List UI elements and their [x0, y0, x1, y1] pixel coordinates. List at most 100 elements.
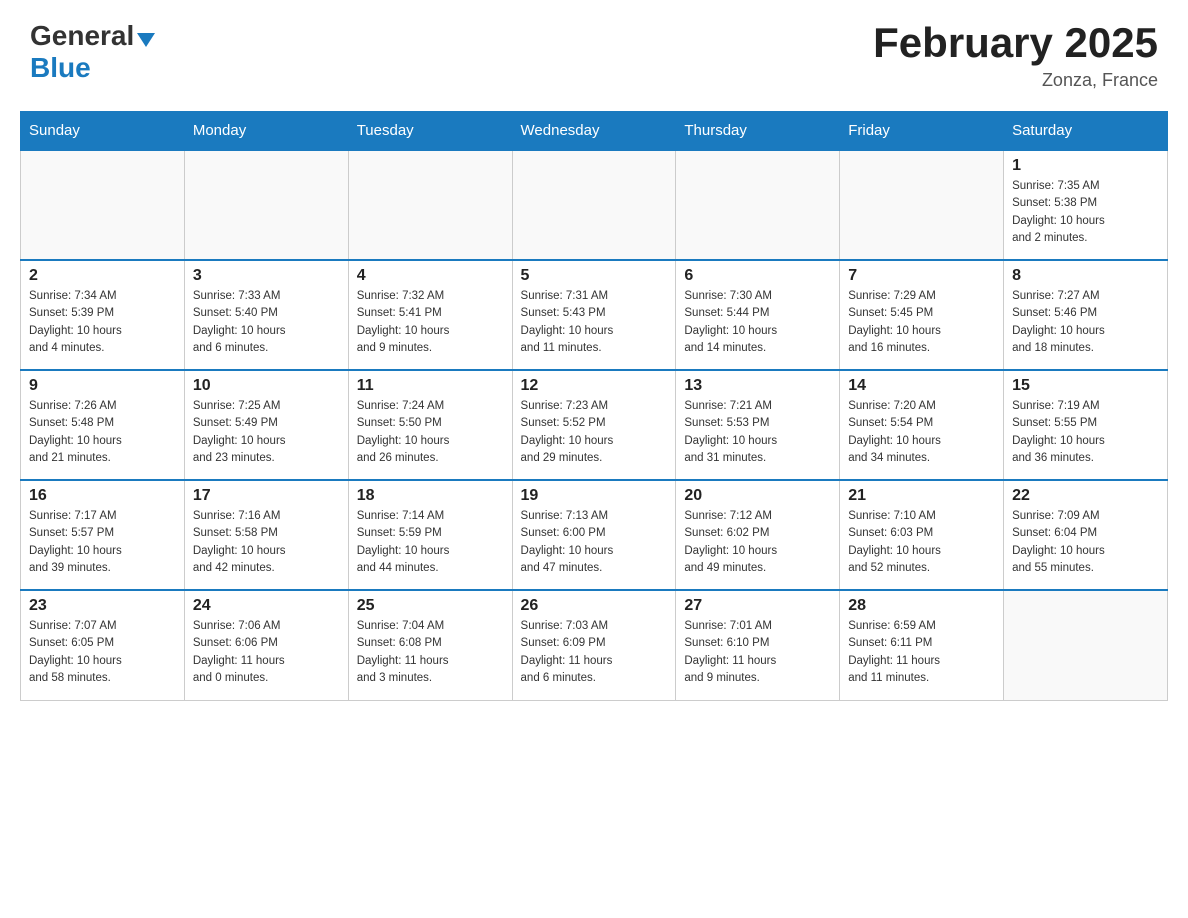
calendar-cell: 2 Sunrise: 7:34 AM Sunset: 5:39 PM Daylig… — [21, 260, 185, 370]
day-number: 10 — [193, 377, 340, 395]
day-number: 18 — [357, 487, 504, 505]
day-number: 6 — [684, 267, 831, 285]
calendar-table: SundayMondayTuesdayWednesdayThursdayFrid… — [20, 111, 1168, 701]
day-number: 23 — [29, 597, 176, 615]
calendar-week-3: 9 Sunrise: 7:26 AM Sunset: 5:48 PM Daylig… — [21, 370, 1168, 480]
day-info: Sunrise: 7:03 AM Sunset: 6:09 PM Dayligh… — [521, 618, 668, 687]
day-info: Sunrise: 6:59 AM Sunset: 6:11 PM Dayligh… — [848, 618, 995, 687]
calendar-cell: 18 Sunrise: 7:14 AM Sunset: 5:59 PM Dayli… — [348, 480, 512, 590]
day-number: 28 — [848, 597, 995, 615]
weekday-header-friday: Friday — [840, 112, 1004, 151]
day-info: Sunrise: 7:24 AM Sunset: 5:50 PM Dayligh… — [357, 398, 504, 467]
calendar-cell: 21 Sunrise: 7:10 AM Sunset: 6:03 PM Dayli… — [840, 480, 1004, 590]
day-info: Sunrise: 7:35 AM Sunset: 5:38 PM Dayligh… — [1012, 178, 1159, 247]
day-info: Sunrise: 7:16 AM Sunset: 5:58 PM Dayligh… — [193, 508, 340, 577]
day-info: Sunrise: 7:17 AM Sunset: 5:57 PM Dayligh… — [29, 508, 176, 577]
day-info: Sunrise: 7:04 AM Sunset: 6:08 PM Dayligh… — [357, 618, 504, 687]
day-number: 22 — [1012, 487, 1159, 505]
day-info: Sunrise: 7:12 AM Sunset: 6:02 PM Dayligh… — [684, 508, 831, 577]
calendar-cell: 20 Sunrise: 7:12 AM Sunset: 6:02 PM Dayli… — [676, 480, 840, 590]
day-number: 21 — [848, 487, 995, 505]
day-info: Sunrise: 7:13 AM Sunset: 6:00 PM Dayligh… — [521, 508, 668, 577]
logo-general-line: General — [30, 20, 155, 52]
page-header: General Blue February 2025 Zonza, France — [0, 0, 1188, 101]
day-info: Sunrise: 7:21 AM Sunset: 5:53 PM Dayligh… — [684, 398, 831, 467]
calendar-cell: 27Sunrise: 7:01 AM Sunset: 6:10 PM Dayli… — [676, 590, 840, 700]
calendar-cell — [21, 150, 185, 260]
calendar-cell: 9 Sunrise: 7:26 AM Sunset: 5:48 PM Daylig… — [21, 370, 185, 480]
logo-blue-text: Blue — [30, 52, 91, 83]
calendar-cell: 14Sunrise: 7:20 AM Sunset: 5:54 PM Dayli… — [840, 370, 1004, 480]
calendar-cell: 10 Sunrise: 7:25 AM Sunset: 5:49 PM Dayli… — [184, 370, 348, 480]
day-number: 15 — [1012, 377, 1159, 395]
day-number: 13 — [684, 377, 831, 395]
weekday-header-monday: Monday — [184, 112, 348, 151]
weekday-header-saturday: Saturday — [1004, 112, 1168, 151]
location: Zonza, France — [873, 70, 1158, 91]
day-info: Sunrise: 7:34 AM Sunset: 5:39 PM Dayligh… — [29, 288, 176, 357]
calendar-cell: 19 Sunrise: 7:13 AM Sunset: 6:00 PM Dayli… — [512, 480, 676, 590]
day-info: Sunrise: 7:27 AM Sunset: 5:46 PM Dayligh… — [1012, 288, 1159, 357]
day-number: 20 — [684, 487, 831, 505]
calendar-week-1: 1 Sunrise: 7:35 AM Sunset: 5:38 PM Daylig… — [21, 150, 1168, 260]
day-number: 2 — [29, 267, 176, 285]
calendar-cell — [348, 150, 512, 260]
day-info: Sunrise: 7:30 AM Sunset: 5:44 PM Dayligh… — [684, 288, 831, 357]
calendar-cell: 12 Sunrise: 7:23 AM Sunset: 5:52 PM Dayli… — [512, 370, 676, 480]
day-number: 27 — [684, 597, 831, 615]
calendar-cell: 16 Sunrise: 7:17 AM Sunset: 5:57 PM Dayli… — [21, 480, 185, 590]
day-info: Sunrise: 7:31 AM Sunset: 5:43 PM Dayligh… — [521, 288, 668, 357]
calendar-cell: 5 Sunrise: 7:31 AM Sunset: 5:43 PM Daylig… — [512, 260, 676, 370]
day-info: Sunrise: 7:09 AM Sunset: 6:04 PM Dayligh… — [1012, 508, 1159, 577]
calendar-cell — [184, 150, 348, 260]
weekday-header-sunday: Sunday — [21, 112, 185, 151]
calendar-cell: 24 Sunrise: 7:06 AM Sunset: 6:06 PM Dayli… — [184, 590, 348, 700]
day-number: 8 — [1012, 267, 1159, 285]
calendar-cell: 3Sunrise: 7:33 AM Sunset: 5:40 PM Daylig… — [184, 260, 348, 370]
logo: General Blue — [30, 20, 155, 84]
title-block: February 2025 Zonza, France — [873, 20, 1158, 91]
day-info: Sunrise: 7:19 AM Sunset: 5:55 PM Dayligh… — [1012, 398, 1159, 467]
day-info: Sunrise: 7:23 AM Sunset: 5:52 PM Dayligh… — [521, 398, 668, 467]
calendar-cell: 22 Sunrise: 7:09 AM Sunset: 6:04 PM Dayli… — [1004, 480, 1168, 590]
day-number: 9 — [29, 377, 176, 395]
day-info: Sunrise: 7:10 AM Sunset: 6:03 PM Dayligh… — [848, 508, 995, 577]
day-number: 24 — [193, 597, 340, 615]
calendar-week-4: 16 Sunrise: 7:17 AM Sunset: 5:57 PM Dayli… — [21, 480, 1168, 590]
weekday-header-row: SundayMondayTuesdayWednesdayThursdayFrid… — [21, 112, 1168, 151]
calendar-cell — [840, 150, 1004, 260]
calendar-cell: 8 Sunrise: 7:27 AM Sunset: 5:46 PM Daylig… — [1004, 260, 1168, 370]
day-info: Sunrise: 7:26 AM Sunset: 5:48 PM Dayligh… — [29, 398, 176, 467]
day-number: 11 — [357, 377, 504, 395]
month-title: February 2025 — [873, 20, 1158, 66]
calendar-cell: 25Sunrise: 7:04 AM Sunset: 6:08 PM Dayli… — [348, 590, 512, 700]
calendar-week-5: 23 Sunrise: 7:07 AM Sunset: 6:05 PM Dayli… — [21, 590, 1168, 700]
day-number: 12 — [521, 377, 668, 395]
day-info: Sunrise: 7:06 AM Sunset: 6:06 PM Dayligh… — [193, 618, 340, 687]
logo-general-text: General — [30, 20, 134, 51]
calendar-cell — [1004, 590, 1168, 700]
calendar-cell: 1 Sunrise: 7:35 AM Sunset: 5:38 PM Daylig… — [1004, 150, 1168, 260]
calendar-cell: 15 Sunrise: 7:19 AM Sunset: 5:55 PM Dayli… — [1004, 370, 1168, 480]
day-info: Sunrise: 7:25 AM Sunset: 5:49 PM Dayligh… — [193, 398, 340, 467]
day-number: 1 — [1012, 157, 1159, 175]
logo-arrow-icon — [137, 32, 155, 50]
day-number: 7 — [848, 267, 995, 285]
calendar-cell — [676, 150, 840, 260]
calendar-cell: 6 Sunrise: 7:30 AM Sunset: 5:44 PM Daylig… — [676, 260, 840, 370]
day-info: Sunrise: 7:14 AM Sunset: 5:59 PM Dayligh… — [357, 508, 504, 577]
calendar-cell: 23 Sunrise: 7:07 AM Sunset: 6:05 PM Dayli… — [21, 590, 185, 700]
day-number: 16 — [29, 487, 176, 505]
calendar-cell: 7 Sunrise: 7:29 AM Sunset: 5:45 PM Daylig… — [840, 260, 1004, 370]
calendar-cell: 13 Sunrise: 7:21 AM Sunset: 5:53 PM Dayli… — [676, 370, 840, 480]
calendar-cell: 28 Sunrise: 6:59 AM Sunset: 6:11 PM Dayli… — [840, 590, 1004, 700]
calendar-cell: 26Sunrise: 7:03 AM Sunset: 6:09 PM Dayli… — [512, 590, 676, 700]
day-info: Sunrise: 7:07 AM Sunset: 6:05 PM Dayligh… — [29, 618, 176, 687]
calendar-cell: 17Sunrise: 7:16 AM Sunset: 5:58 PM Dayli… — [184, 480, 348, 590]
day-info: Sunrise: 7:32 AM Sunset: 5:41 PM Dayligh… — [357, 288, 504, 357]
weekday-header-thursday: Thursday — [676, 112, 840, 151]
day-number: 19 — [521, 487, 668, 505]
calendar-cell: 11 Sunrise: 7:24 AM Sunset: 5:50 PM Dayli… — [348, 370, 512, 480]
day-number: 5 — [521, 267, 668, 285]
day-info: Sunrise: 7:29 AM Sunset: 5:45 PM Dayligh… — [848, 288, 995, 357]
